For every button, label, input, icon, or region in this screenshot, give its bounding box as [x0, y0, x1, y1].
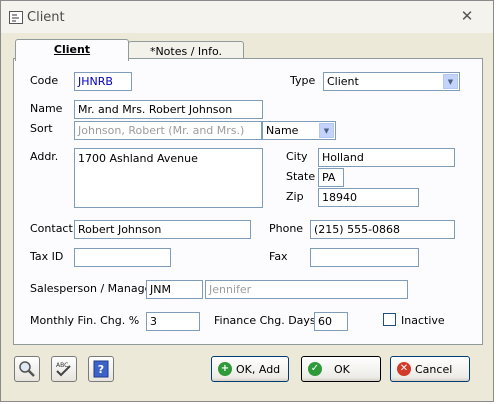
title-bar: Client ✕	[1, 1, 493, 33]
inactive-checkbox[interactable]	[383, 313, 396, 326]
name-label: Name	[30, 102, 63, 115]
tab-client-label: Client	[53, 43, 91, 56]
checkmark-icon: ✓	[308, 362, 322, 376]
tab-client[interactable]: Client	[15, 39, 129, 61]
client-dialog: Client ✕ Client *Notes / Info. Code JHNR…	[0, 0, 494, 402]
search-button[interactable]	[14, 356, 40, 382]
help-button[interactable]: ?	[88, 356, 114, 382]
client-tab-panel: Code JHNRB Type Client ▼ Name Mr. and Mr…	[13, 58, 483, 345]
zip-label: Zip	[286, 190, 304, 203]
fax-input[interactable]	[310, 248, 419, 267]
spellcheck-icon: ABC	[56, 362, 71, 377]
cancel-button[interactable]: ✕ Cancel	[390, 356, 470, 382]
state-input[interactable]: PA	[318, 168, 344, 187]
address-textarea[interactable]: 1700 Ashland Avenue	[74, 148, 263, 208]
cancel-label: Cancel	[415, 363, 453, 376]
contact-input[interactable]: Robert Johnson	[74, 220, 251, 239]
sort-mode-value: Name	[266, 124, 299, 137]
cancel-x-icon: ✕	[397, 362, 411, 376]
name-input[interactable]: Mr. and Mrs. Robert Johnson	[74, 100, 263, 119]
code-label: Code	[30, 74, 59, 87]
sort-mode-select[interactable]: Name ▼	[262, 121, 336, 140]
svg-text:?: ?	[98, 363, 104, 376]
close-icon[interactable]: ✕	[458, 7, 476, 25]
svg-text:ABC: ABC	[56, 362, 68, 369]
magnifier-icon	[19, 361, 35, 377]
fax-label: Fax	[269, 250, 288, 263]
sort-label: Sort	[30, 122, 53, 135]
spellcheck-button[interactable]: ABC	[51, 356, 77, 382]
zip-input[interactable]: 18940	[318, 188, 419, 207]
salesperson-code-input[interactable]: JNM	[146, 280, 203, 299]
finance-chg-days-label: Finance Chg. Days	[214, 314, 316, 327]
ok-add-label: OK, Add	[236, 363, 281, 376]
salesperson-label: Salesperson / Manager	[30, 282, 156, 295]
tax-id-input[interactable]	[74, 248, 171, 267]
chevron-down-icon[interactable]: ▼	[443, 74, 458, 89]
city-label: City	[286, 150, 308, 163]
contact-label: Contact	[30, 222, 73, 235]
city-input[interactable]: Holland	[318, 148, 455, 167]
code-input[interactable]: JHNRB	[74, 72, 132, 91]
help-icon: ?	[93, 360, 109, 378]
chevron-down-icon[interactable]: ▼	[319, 123, 334, 138]
monthly-fin-chg-input[interactable]: 3	[146, 312, 200, 331]
phone-input[interactable]: (215) 555-0868	[310, 220, 455, 239]
monthly-fin-chg-label: Monthly Fin. Chg. %	[30, 314, 140, 327]
finance-chg-days-input[interactable]: 60	[314, 312, 348, 331]
inactive-label: Inactive	[401, 314, 445, 327]
type-select-value: Client	[327, 75, 359, 88]
app-icon	[9, 11, 23, 24]
tax-id-label: Tax ID	[30, 250, 64, 263]
ok-label: OK	[334, 363, 350, 376]
ok-add-button[interactable]: + OK, Add	[211, 356, 289, 382]
salesperson-name-input[interactable]: Jennifer	[205, 280, 408, 299]
type-select[interactable]: Client ▼	[323, 72, 460, 91]
plus-icon: +	[218, 362, 232, 376]
state-label: State	[286, 170, 316, 183]
window-title: Client	[27, 10, 65, 25]
addr-label: Addr.	[30, 150, 59, 163]
phone-label: Phone	[269, 222, 304, 235]
ok-button[interactable]: ✓ OK	[301, 356, 381, 382]
sort-input[interactable]: Johnson, Robert (Mr. and Mrs.)	[74, 121, 262, 140]
type-label: Type	[290, 74, 316, 87]
tab-notes-label: *Notes / Info.	[149, 45, 223, 58]
